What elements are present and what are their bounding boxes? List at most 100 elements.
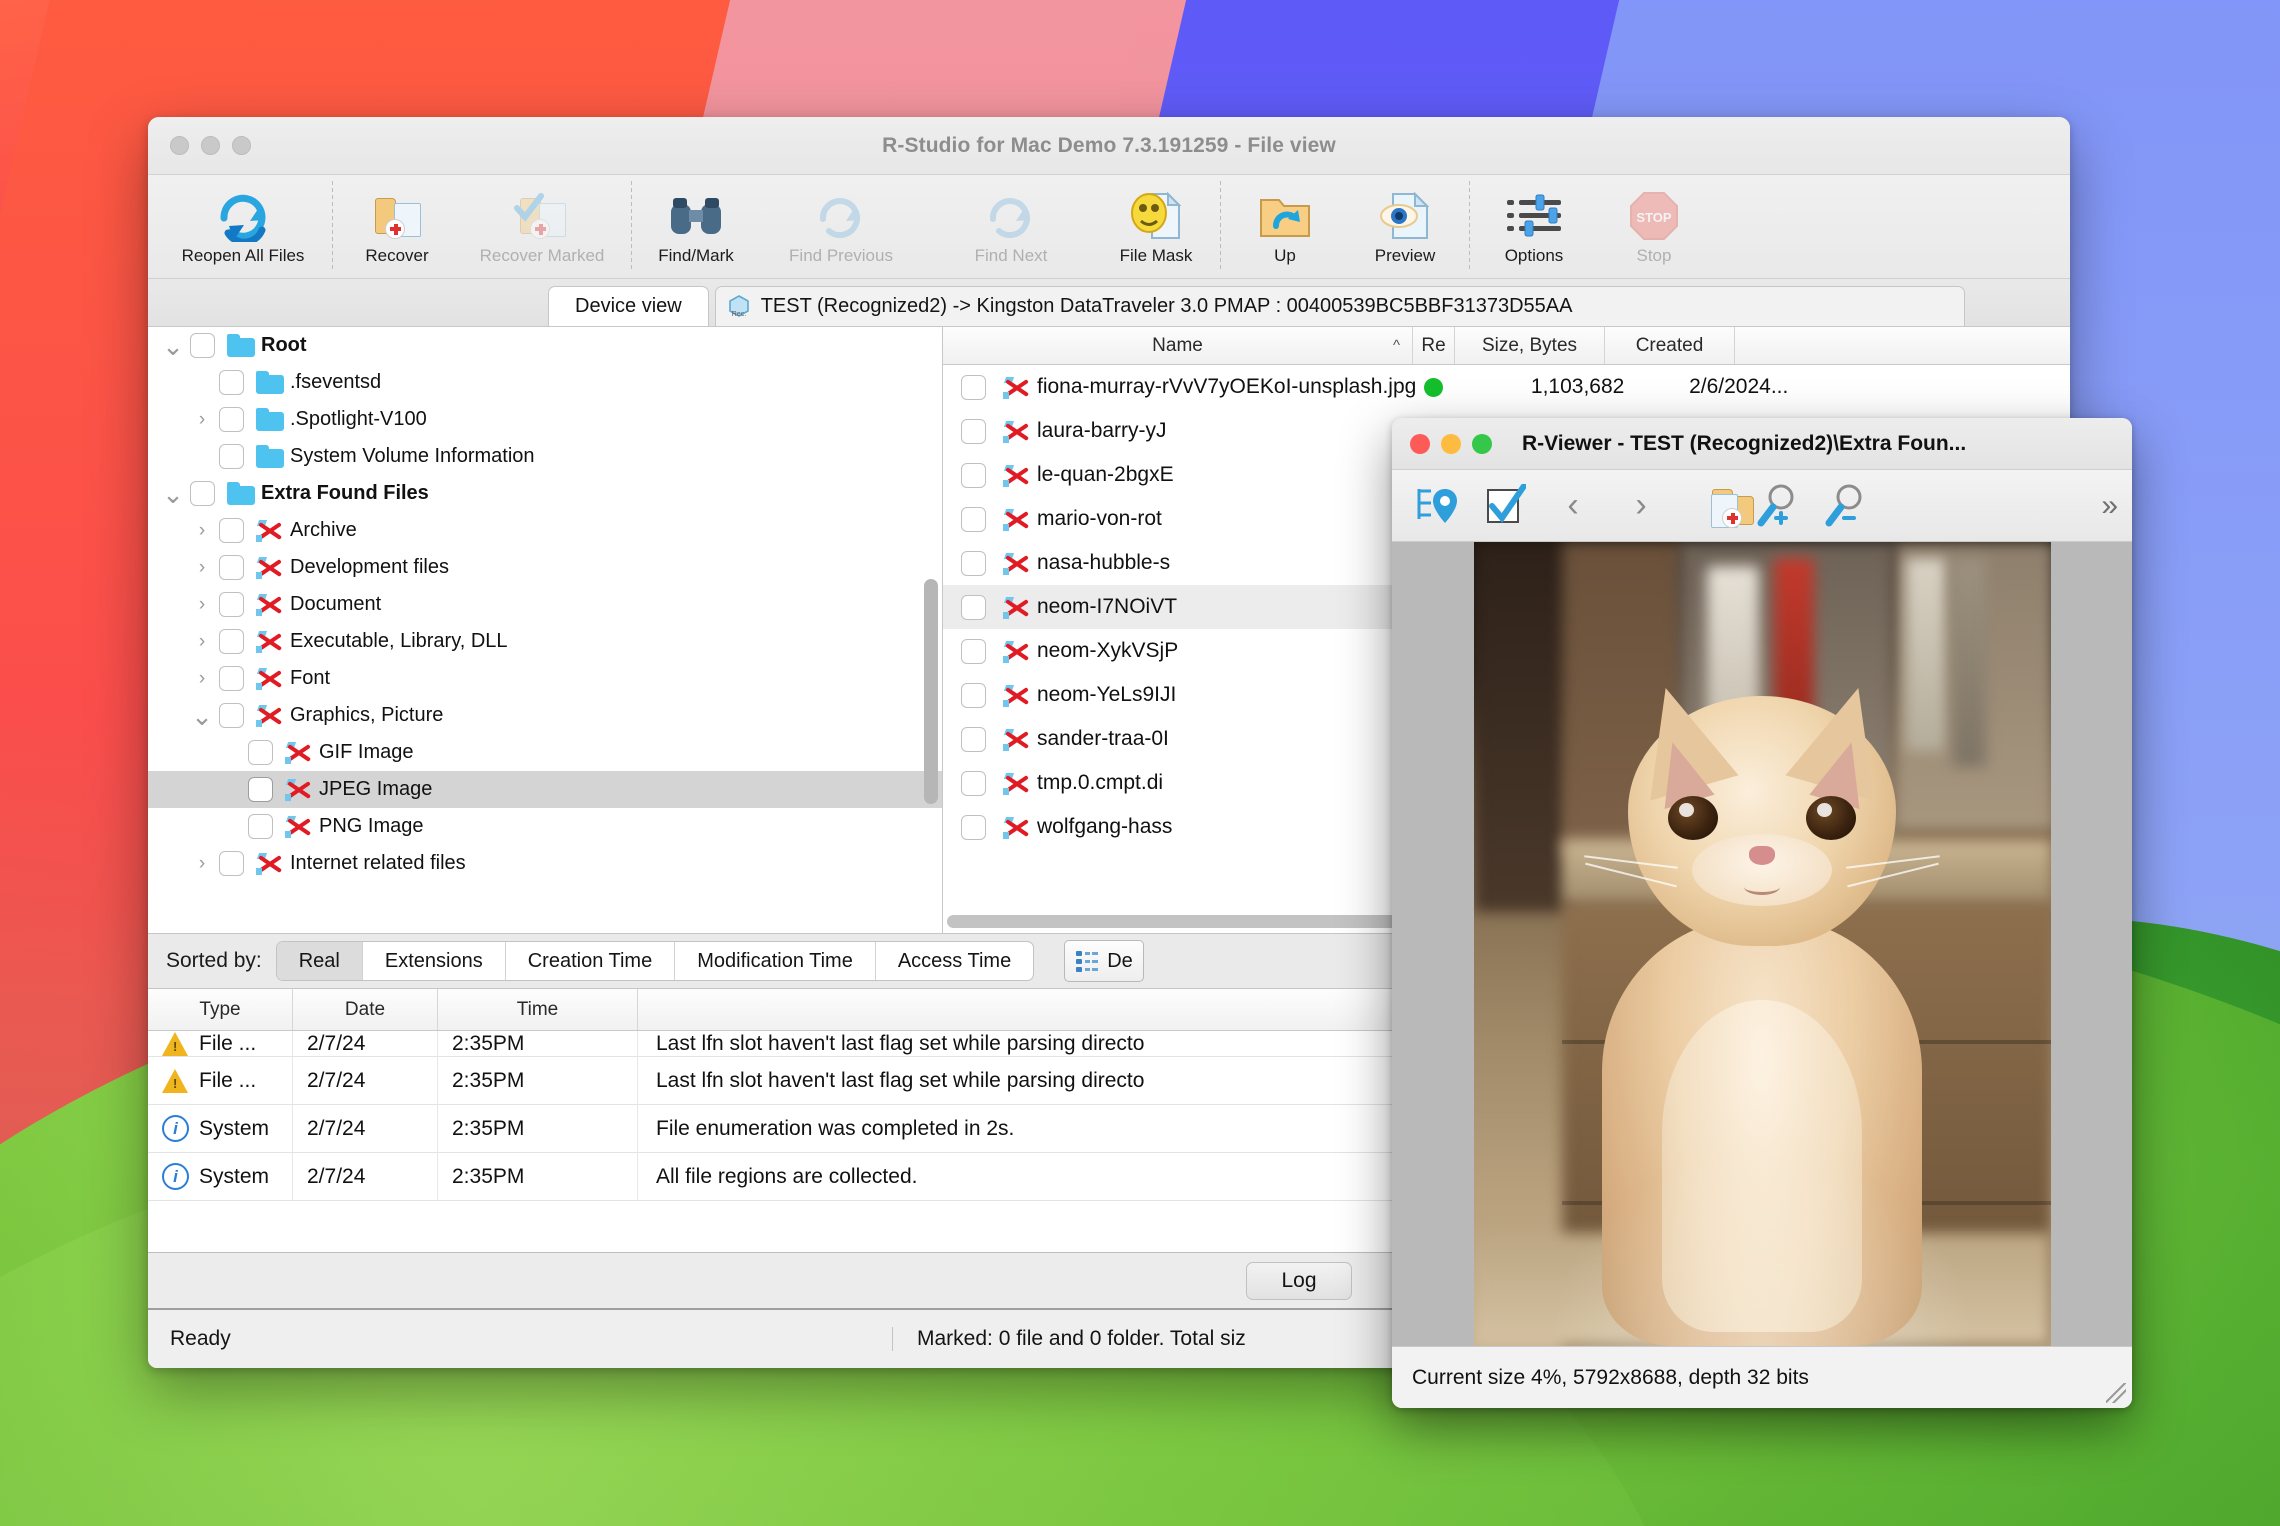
- rviewer-minimize-button[interactable]: [1441, 433, 1461, 454]
- tree-item-archive[interactable]: › Archive: [148, 512, 942, 549]
- minimize-button[interactable]: [201, 136, 220, 155]
- tree-item-checkbox[interactable]: [219, 555, 244, 580]
- tree-item-fseventsd[interactable]: .fseventsd: [148, 364, 942, 401]
- tree-item-checkbox[interactable]: [248, 740, 273, 765]
- tree-item-development-files[interactable]: › Development files: [148, 549, 942, 586]
- toolbar-button-options[interactable]: Options: [1474, 175, 1594, 278]
- tab-file-path[interactable]: Rec. TEST (Recognized2) -> Kingston Data…: [714, 286, 1965, 326]
- sort-option-creation-time[interactable]: Creation Time: [506, 942, 676, 980]
- tree-item-checkbox[interactable]: [219, 703, 244, 728]
- chevron-down-icon[interactable]: ⌄: [156, 481, 190, 507]
- tree-item-spotlight-v100[interactable]: › .Spotlight-V100: [148, 401, 942, 438]
- toolbar-button-find-next[interactable]: Find Next: [926, 175, 1096, 278]
- file-list-row[interactable]: fiona-murray-rVvV7yOEKoI-unsplash.jpg 1,1…: [943, 365, 2070, 409]
- toolbar-button-find-previous[interactable]: Find Previous: [756, 175, 926, 278]
- tree-item-checkbox[interactable]: [248, 814, 273, 839]
- sort-option-extensions[interactable]: Extensions: [363, 942, 506, 980]
- tree-item-checkbox[interactable]: [248, 777, 273, 802]
- chevron-down-icon[interactable]: ⌄: [156, 333, 190, 359]
- details-view-button[interactable]: De: [1064, 940, 1144, 982]
- column-header-name[interactable]: Name ^: [943, 327, 1413, 364]
- file-row-checkbox[interactable]: [961, 418, 986, 444]
- tree-item-extra-found-files[interactable]: ⌄ Extra Found Files: [148, 475, 942, 512]
- tree-item-checkbox[interactable]: [219, 444, 244, 469]
- tree-item-system-volume-information[interactable]: System Volume Information: [148, 438, 942, 475]
- close-button[interactable]: [170, 136, 189, 155]
- chevron-right-icon[interactable]: ›: [185, 557, 219, 579]
- prev-arrow-icon[interactable]: ‹: [1542, 478, 1604, 534]
- zoom-out-icon[interactable]: [1814, 478, 1876, 534]
- location-list-icon[interactable]: [1406, 478, 1468, 534]
- column-header-size[interactable]: Size, Bytes: [1455, 327, 1605, 364]
- next-arrow-icon[interactable]: ›: [1610, 478, 1672, 534]
- toolbar-button-file-mask[interactable]: File Mask: [1096, 175, 1216, 278]
- tree-item-checkbox[interactable]: [219, 851, 244, 876]
- toolbar-button-reopen-all-files[interactable]: Reopen All Files: [158, 175, 328, 278]
- sort-option-access-time[interactable]: Access Time: [876, 942, 1033, 980]
- chevron-right-icon[interactable]: ›: [185, 594, 219, 616]
- rviewer-maximize-button[interactable]: [1472, 433, 1492, 454]
- toolbar-button-find-mark[interactable]: Find/Mark: [636, 175, 756, 278]
- folder-tree-pane[interactable]: ⌄ Root .fseventsd › .Spotlight-V100 System Vo…: [148, 327, 943, 933]
- chevron-right-icon[interactable]: ›: [185, 631, 219, 653]
- file-row-checkbox[interactable]: [961, 374, 986, 400]
- tree-item-checkbox[interactable]: [219, 666, 244, 691]
- chevron-right-icon[interactable]: ›: [185, 668, 219, 690]
- tree-item-document[interactable]: › Document: [148, 586, 942, 623]
- recover-file-icon[interactable]: [1678, 478, 1754, 534]
- log-column-time[interactable]: Time: [438, 989, 638, 1030]
- maximize-button[interactable]: [232, 136, 251, 155]
- chevron-right-icon[interactable]: ›: [185, 409, 219, 431]
- log-button[interactable]: Log: [1246, 1261, 1352, 1300]
- tree-item-png-image[interactable]: PNG Image: [148, 808, 942, 845]
- chevron-right-icon[interactable]: ›: [185, 853, 219, 875]
- tree-item-checkbox[interactable]: [219, 518, 244, 543]
- chevron-down-icon[interactable]: ⌄: [185, 703, 219, 729]
- window-controls[interactable]: [148, 136, 251, 155]
- file-row-checkbox[interactable]: [961, 462, 986, 488]
- tree-item-gif-image[interactable]: GIF Image: [148, 734, 942, 771]
- file-row-checkbox[interactable]: [961, 726, 986, 752]
- tree-item-checkbox[interactable]: [190, 333, 215, 358]
- main-window-titlebar[interactable]: R-Studio for Mac Demo 7.3.191259 - File …: [148, 117, 2070, 175]
- chevron-double-right-icon[interactable]: »: [2101, 489, 2118, 523]
- checkmark-box-icon[interactable]: [1474, 478, 1536, 534]
- rviewer-titlebar[interactable]: R-Viewer - TEST (Recognized2)\Extra Foun…: [1392, 418, 2132, 470]
- tree-item-font[interactable]: › Font: [148, 660, 942, 697]
- tree-item-executable-library-dll[interactable]: › Executable, Library, DLL: [148, 623, 942, 660]
- rviewer-close-button[interactable]: [1410, 433, 1430, 454]
- tree-item-checkbox[interactable]: [219, 370, 244, 395]
- file-row-checkbox[interactable]: [961, 638, 986, 664]
- column-header-recognized[interactable]: Re: [1413, 327, 1455, 364]
- tree-item-checkbox[interactable]: [190, 481, 215, 506]
- tree-item-graphics-picture[interactable]: ⌄ Graphics, Picture: [148, 697, 942, 734]
- file-row-checkbox[interactable]: [961, 506, 986, 532]
- tree-item-root[interactable]: ⌄ Root: [148, 327, 942, 364]
- toolbar-button-up[interactable]: Up: [1225, 175, 1345, 278]
- sort-option-real[interactable]: Real: [276, 942, 363, 980]
- file-row-checkbox[interactable]: [961, 814, 986, 840]
- toolbar-button-preview[interactable]: Preview: [1345, 175, 1465, 278]
- log-column-type[interactable]: Type: [148, 989, 293, 1030]
- toolbar-button-recover[interactable]: Recover: [337, 175, 457, 278]
- file-row-checkbox[interactable]: [961, 682, 986, 708]
- tree-item-checkbox[interactable]: [219, 629, 244, 654]
- resize-grip[interactable]: [2106, 1383, 2126, 1403]
- tree-item-checkbox[interactable]: [219, 407, 244, 432]
- tree-item-checkbox[interactable]: [219, 592, 244, 617]
- zoom-in-icon[interactable]: [1746, 478, 1808, 534]
- file-row-checkbox[interactable]: [961, 550, 986, 576]
- rviewer-window-controls[interactable]: [1392, 433, 1492, 454]
- file-row-checkbox[interactable]: [961, 594, 986, 620]
- tree-vertical-scrollbar[interactable]: [924, 579, 938, 804]
- log-column-date[interactable]: Date: [293, 989, 438, 1030]
- tree-item-internet-related-files[interactable]: › Internet related files: [148, 845, 942, 882]
- chevron-right-icon[interactable]: ›: [185, 520, 219, 542]
- sort-segmented-control[interactable]: Real Extensions Creation Time Modification …: [275, 941, 1035, 981]
- file-row-checkbox[interactable]: [961, 770, 986, 796]
- image-preview-area[interactable]: [1392, 542, 2132, 1346]
- column-header-created[interactable]: Created: [1605, 327, 1735, 364]
- toolbar-button-recover-marked[interactable]: Recover Marked: [457, 175, 627, 278]
- toolbar-button-stop[interactable]: STOP Stop: [1594, 175, 1714, 278]
- sort-option-modification-time[interactable]: Modification Time: [675, 942, 876, 980]
